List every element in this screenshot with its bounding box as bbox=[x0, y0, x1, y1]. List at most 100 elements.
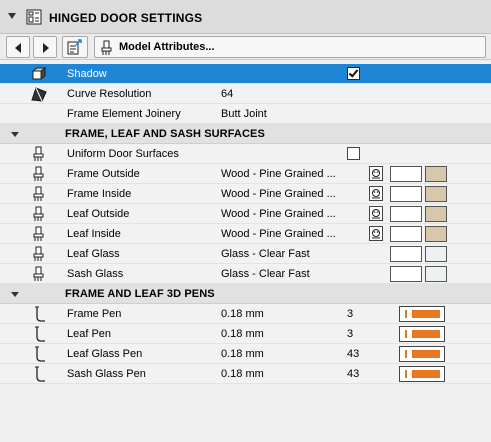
previous-button[interactable] bbox=[6, 36, 30, 58]
model-attributes-dropdown[interactable]: Model Attributes... bbox=[94, 36, 486, 58]
pen-row[interactable]: Frame Pen 0.18 mm 3 bbox=[0, 304, 491, 324]
pen-row[interactable]: Sash Glass Pen 0.18 mm 43 bbox=[0, 364, 491, 384]
surface-swatch-preview[interactable] bbox=[390, 186, 422, 202]
paintbrush-icon bbox=[33, 166, 44, 181]
pen-tick-mark bbox=[405, 310, 407, 318]
section-pens-title: FRAME AND LEAF 3D PENS bbox=[65, 288, 215, 300]
link-settings-button[interactable] bbox=[62, 36, 88, 58]
section-collapse-icon[interactable] bbox=[11, 292, 19, 297]
next-button[interactable] bbox=[33, 36, 57, 58]
surface-label: Leaf Outside bbox=[67, 208, 130, 220]
surface-label: Frame Inside bbox=[67, 188, 132, 200]
surface-color-swatch bbox=[425, 266, 447, 282]
paintbrush-icon bbox=[33, 226, 44, 241]
surface-swatch-preview[interactable] bbox=[390, 206, 422, 222]
pen-thickness: 0.18 mm bbox=[221, 328, 264, 340]
material-picker-icon[interactable] bbox=[369, 186, 383, 201]
pen-color-bar bbox=[412, 350, 440, 358]
pen-color-swatch[interactable] bbox=[399, 326, 445, 342]
material-picker-icon[interactable] bbox=[369, 166, 383, 181]
pen-thickness: 0.18 mm bbox=[221, 368, 264, 380]
shadow-icon bbox=[31, 67, 47, 80]
toolbar: Model Attributes... bbox=[0, 34, 491, 60]
collapse-arrow-icon[interactable] bbox=[8, 13, 16, 19]
paintbrush-icon bbox=[33, 206, 44, 221]
pen-number[interactable]: 43 bbox=[347, 348, 359, 360]
surface-label: Frame Outside bbox=[67, 168, 140, 180]
surface-swatch-preview[interactable] bbox=[390, 266, 422, 282]
pen-tick-mark bbox=[405, 350, 407, 358]
row-shadow[interactable]: Shadow bbox=[0, 64, 491, 84]
pen-number[interactable]: 3 bbox=[347, 328, 353, 340]
surface-value[interactable]: Wood - Pine Grained ... bbox=[221, 168, 336, 180]
curve-resolution-label: Curve Resolution bbox=[67, 88, 152, 100]
pen-icon bbox=[35, 346, 45, 362]
surface-label: Leaf Glass bbox=[67, 248, 120, 260]
surface-color-swatch bbox=[425, 226, 447, 242]
pen-color-swatch[interactable] bbox=[399, 346, 445, 362]
pen-color-swatch[interactable] bbox=[399, 306, 445, 322]
surface-row[interactable]: Leaf Glass Glass - Clear Fast bbox=[0, 244, 491, 264]
pen-color-bar bbox=[412, 330, 440, 338]
pen-thickness: 0.18 mm bbox=[221, 348, 264, 360]
door-settings-icon bbox=[26, 9, 42, 25]
surface-value[interactable]: Glass - Clear Fast bbox=[221, 268, 310, 280]
surface-color-swatch bbox=[425, 206, 447, 222]
material-picker-icon[interactable] bbox=[369, 226, 383, 241]
uniform-door-surfaces-checkbox[interactable] bbox=[347, 147, 360, 160]
surface-swatch-preview[interactable] bbox=[390, 226, 422, 242]
row-uniform-door-surfaces[interactable]: Uniform Door Surfaces bbox=[0, 144, 491, 164]
model-attributes-label: Model Attributes... bbox=[119, 41, 215, 53]
surface-row[interactable]: Frame Outside Wood - Pine Grained ... bbox=[0, 164, 491, 184]
panel-header[interactable]: HINGED DOOR SETTINGS bbox=[0, 0, 491, 34]
section-collapse-icon[interactable] bbox=[11, 132, 19, 137]
surface-label: Leaf Inside bbox=[67, 228, 121, 240]
check-mark-icon bbox=[348, 67, 359, 78]
surface-row[interactable]: Frame Inside Wood - Pine Grained ... bbox=[0, 184, 491, 204]
surface-value[interactable]: Wood - Pine Grained ... bbox=[221, 188, 336, 200]
material-picker-icon[interactable] bbox=[369, 206, 383, 221]
row-curve-resolution[interactable]: Curve Resolution 64 bbox=[0, 84, 491, 104]
pen-number[interactable]: 3 bbox=[347, 308, 353, 320]
pen-thickness: 0.18 mm bbox=[221, 308, 264, 320]
shadow-checkbox[interactable] bbox=[347, 67, 360, 80]
pen-icon bbox=[35, 366, 45, 382]
surface-swatch-preview[interactable] bbox=[390, 166, 422, 182]
surface-value[interactable]: Wood - Pine Grained ... bbox=[221, 208, 336, 220]
pen-row[interactable]: Leaf Pen 0.18 mm 3 bbox=[0, 324, 491, 344]
pen-color-bar bbox=[412, 370, 440, 378]
curve-resolution-value[interactable]: 64 bbox=[221, 88, 233, 100]
arrow-right-icon bbox=[43, 43, 49, 53]
pen-number[interactable]: 43 bbox=[347, 368, 359, 380]
settings-link-icon bbox=[67, 39, 82, 55]
pen-tick-mark bbox=[405, 330, 407, 338]
pen-icon bbox=[35, 326, 45, 342]
section-surfaces[interactable]: FRAME, LEAF AND SASH SURFACES bbox=[0, 124, 491, 144]
surface-color-swatch bbox=[425, 246, 447, 262]
uniform-door-surfaces-label: Uniform Door Surfaces bbox=[67, 148, 179, 160]
pen-row[interactable]: Leaf Glass Pen 0.18 mm 43 bbox=[0, 344, 491, 364]
paintbrush-icon bbox=[101, 40, 112, 55]
surface-label: Sash Glass bbox=[67, 268, 124, 280]
paintbrush-icon bbox=[33, 146, 44, 161]
frame-element-joinery-label: Frame Element Joinery bbox=[67, 108, 181, 120]
pen-label: Leaf Pen bbox=[67, 328, 112, 340]
frame-element-joinery-value[interactable]: Butt Joint bbox=[221, 108, 267, 120]
curve-resolution-icon bbox=[31, 87, 47, 102]
pen-color-swatch[interactable] bbox=[399, 366, 445, 382]
section-pens[interactable]: FRAME AND LEAF 3D PENS bbox=[0, 284, 491, 304]
surface-row[interactable]: Sash Glass Glass - Clear Fast bbox=[0, 264, 491, 284]
surface-row[interactable]: Leaf Outside Wood - Pine Grained ... bbox=[0, 204, 491, 224]
pen-label: Leaf Glass Pen bbox=[67, 348, 143, 360]
surface-swatch-preview[interactable] bbox=[390, 246, 422, 262]
pen-tick-mark bbox=[405, 370, 407, 378]
surface-row[interactable]: Leaf Inside Wood - Pine Grained ... bbox=[0, 224, 491, 244]
surface-value[interactable]: Wood - Pine Grained ... bbox=[221, 228, 336, 240]
pen-color-bar bbox=[412, 310, 440, 318]
pen-label: Frame Pen bbox=[67, 308, 122, 320]
surface-value[interactable]: Glass - Clear Fast bbox=[221, 248, 310, 260]
pen-icon bbox=[35, 306, 45, 322]
paintbrush-icon bbox=[33, 266, 44, 281]
row-frame-element-joinery[interactable]: Frame Element Joinery Butt Joint bbox=[0, 104, 491, 124]
pen-label: Sash Glass Pen bbox=[67, 368, 146, 380]
